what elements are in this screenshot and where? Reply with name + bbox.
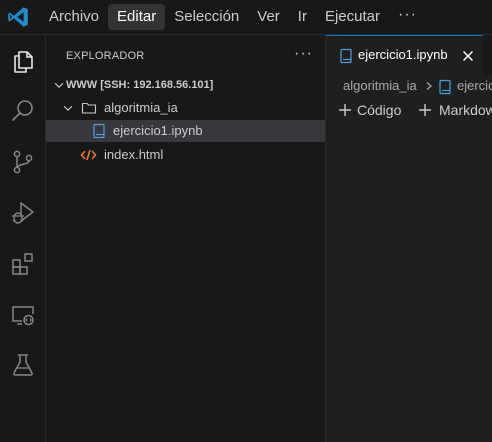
source-control-icon <box>13 150 32 174</box>
workspace-root-label: WWW [SSH: 192.168.56.101] <box>66 79 214 91</box>
activity-extensions-button[interactable] <box>0 242 45 286</box>
tree-item-label: ejercicio1.ipynb <box>113 123 203 138</box>
chevron-down-icon <box>61 97 75 119</box>
folder-icon <box>81 97 97 119</box>
extensions-icon <box>11 253 33 275</box>
tab-ejercicio1[interactable]: ejercicio1.ipynb <box>326 35 483 75</box>
tab-strip: ejercicio1.ipynb <box>326 35 492 75</box>
explorer-sidebar: EXPLORADOR ··· WWW [SSH: 192.168.56.101]… <box>46 35 326 442</box>
tab-label: ejercicio1.ipynb <box>358 47 448 62</box>
activity-explorer-button[interactable] <box>0 40 45 84</box>
menu-more-button[interactable]: ··· <box>389 4 426 30</box>
vscode-window: Archivo Editar Selección Ver Ir Ejecutar… <box>0 0 492 442</box>
notebook-icon <box>91 120 107 142</box>
add-markdown-label: Markdown <box>439 102 492 118</box>
activity-testing-button[interactable] <box>0 343 45 387</box>
sidebar-header: EXPLORADOR ··· <box>46 35 325 77</box>
run-debug-icon <box>11 202 34 224</box>
close-icon[interactable] <box>460 48 476 64</box>
tree-item-folder[interactable]: algoritmia_ia <box>46 97 325 119</box>
sidebar-more-button[interactable]: ··· <box>294 45 313 63</box>
notebook-toolbar: Código Markdown <box>326 98 492 122</box>
editor-area: ejercicio1.ipynb algoritmia_ia ejercicio… <box>326 35 492 442</box>
search-icon <box>11 100 33 121</box>
activity-source-control-button[interactable] <box>0 140 45 184</box>
activity-bar <box>0 35 46 442</box>
menu-ver[interactable]: Ver <box>248 4 289 30</box>
sidebar-title: EXPLORADOR <box>66 50 145 62</box>
testing-icon <box>12 354 33 376</box>
add-code-label: Código <box>357 102 402 118</box>
tree-item-html[interactable]: index.html <box>46 144 325 166</box>
title-bar: Archivo Editar Selección Ver Ir Ejecutar… <box>0 0 492 35</box>
tree-item-label: index.html <box>104 147 164 162</box>
plus-icon <box>419 104 431 116</box>
workspace-root[interactable]: WWW [SSH: 192.168.56.101] <box>46 74 325 96</box>
breadcrumb: algoritmia_ia ejercicio1.ipynb <box>326 75 492 97</box>
menu-ejecutar[interactable]: Ejecutar <box>316 4 389 30</box>
breadcrumb-folder[interactable]: algoritmia_ia <box>343 75 417 97</box>
menu-seleccion[interactable]: Selección <box>165 4 248 30</box>
chevron-down-icon <box>52 74 66 96</box>
explorer-icon <box>13 51 33 73</box>
remote-explorer-icon <box>11 306 34 326</box>
tree-item-notebook[interactable]: ejercicio1.ipynb <box>46 120 325 142</box>
chevron-right-icon <box>426 82 432 90</box>
activity-search-button[interactable] <box>0 89 45 133</box>
menu-archivo[interactable]: Archivo <box>40 4 108 30</box>
tree-item-label: algoritmia_ia <box>104 100 178 115</box>
vscode-logo-icon <box>8 7 28 27</box>
activity-run-debug-button[interactable] <box>0 191 45 235</box>
menu-bar: Archivo Editar Selección Ver Ir Ejecutar… <box>40 3 426 31</box>
notebook-icon <box>439 79 451 95</box>
menu-editar[interactable]: Editar <box>108 4 166 30</box>
html-file-icon <box>80 144 97 166</box>
notebook-icon <box>340 48 352 64</box>
breadcrumb-file[interactable]: ejercicio1.ipynb <box>457 75 492 97</box>
activity-remote-explorer-button[interactable] <box>0 293 45 337</box>
plus-icon <box>339 104 351 116</box>
menu-ir[interactable]: Ir <box>289 4 316 30</box>
